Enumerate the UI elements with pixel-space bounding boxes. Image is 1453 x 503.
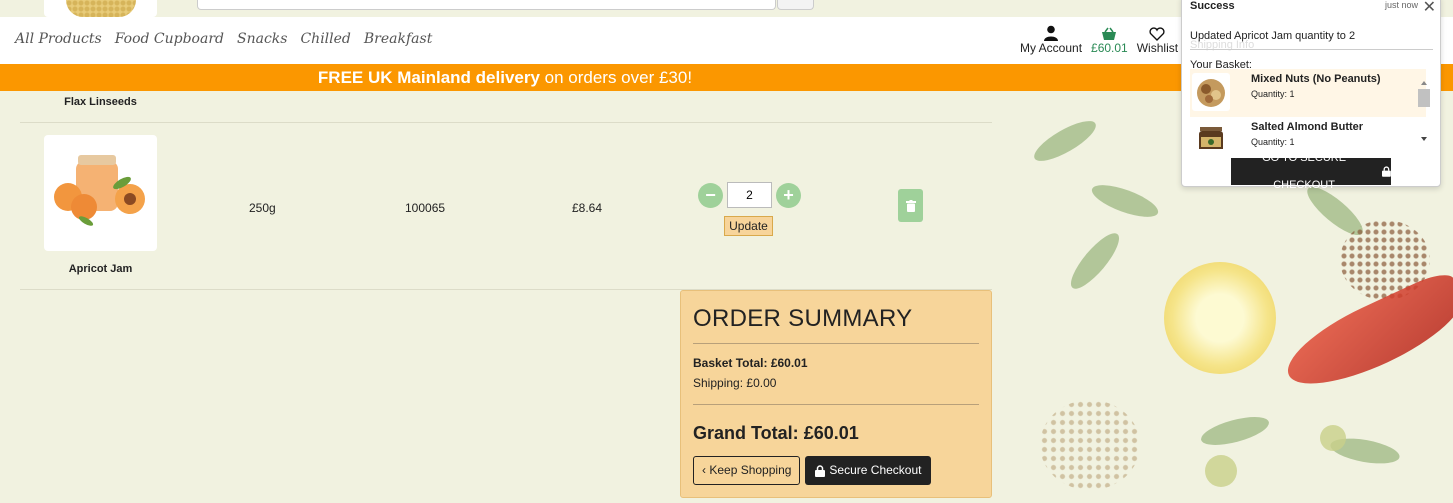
product-thumbnail [1192,121,1230,149]
grand-total-value: £60.01 [803,423,859,443]
scroll-down-icon[interactable] [1421,137,1427,141]
toast-title: Success [1190,0,1235,12]
product-name: Apricot Jam [68,263,133,275]
basket-icon [1101,22,1117,41]
toast-basket-list[interactable]: Mixed Nuts (No Peanuts) Quantity: 1 Salt… [1190,69,1426,149]
lock-icon [815,464,826,477]
seeds-image [1040,400,1140,490]
my-account-label: My Account [1020,41,1083,55]
nav-link-chilled[interactable]: Chilled [300,31,350,47]
scroll-up-icon[interactable] [1421,81,1427,85]
heart-icon [1149,22,1166,41]
basket-total-label: Basket Total: [693,356,768,370]
user-icon [1044,22,1059,41]
toast-item-name: Mixed Nuts (No Peanuts) [1251,73,1381,85]
lock-icon [1382,166,1391,177]
quantity-input[interactable] [727,182,772,208]
list-item: Mixed Nuts (No Peanuts) Quantity: 1 [1190,69,1426,117]
delete-button[interactable] [898,189,923,222]
wishlist-label: Wishlist [1136,41,1179,55]
summary-divider [693,404,979,405]
close-icon[interactable]: ✕ [1423,0,1436,17]
shipping-value: £0.00 [746,376,777,390]
summary-divider [693,343,979,344]
product-name: Flax Linseeds [64,96,137,108]
search-button[interactable] [777,0,814,10]
toast-item-quantity: Quantity: 1 [1251,89,1295,99]
banner-rest-text: on orders over £30! [539,68,693,87]
product-image-apricot-jam[interactable] [44,135,157,251]
quantity-stepper: − + [698,182,801,208]
product-sku: 100065 [405,201,446,215]
order-summary: ORDER SUMMARY Basket Total: £60.01 Shipp… [680,290,992,498]
grand-total-label: Grand Total: [693,423,799,443]
basket-total-value: £60.01 [770,356,808,370]
product-thumbnail [1192,73,1230,111]
product-size: 250g [249,201,276,215]
wishlist-link[interactable]: Wishlist [1137,22,1178,55]
toast-divider [1190,49,1433,50]
product-thumbnail-partial [44,0,157,17]
update-button[interactable]: Update [724,216,773,236]
summary-buttons: ‹ Keep Shopping Secure Checkout [693,456,979,485]
row-divider [20,122,992,123]
shipping-line: Shipping: £0.00 [693,376,979,390]
increment-button[interactable]: + [776,182,801,208]
order-summary-title: ORDER SUMMARY [693,305,913,332]
toast-checkout-label: GO TO SECURE CHECKOUT [1262,151,1347,191]
product-price: £8.64 [572,201,603,215]
nav-link-food-cupboard[interactable]: Food Cupboard [115,31,224,47]
decrement-button[interactable]: − [698,182,723,208]
category-nav: All Products Food Cupboard Snacks Chille… [15,31,432,47]
my-account-link[interactable]: My Account [1020,22,1082,55]
toast-message: Updated Apricot Jam quantity to 2 [1190,30,1356,42]
trash-icon [905,199,916,212]
keep-shopping-label: Keep Shopping [709,463,792,477]
basket-total: £60.01 [1091,41,1128,55]
toast-scrollbar[interactable] [1417,77,1431,153]
nav-link-breakfast[interactable]: Breakfast [364,31,432,47]
banner-bold-text: FREE UK Mainland delivery [317,68,540,87]
nav-link-snacks[interactable]: Snacks [237,31,287,47]
scroll-thumb[interactable] [1418,89,1430,107]
chevron-left-icon: ‹ [702,463,706,477]
basket-total-line: Basket Total: £60.01 [693,356,979,370]
nav-icons: My Account £60.01 Wishlist [1020,22,1178,55]
toast-checkout-button[interactable]: GO TO SECURE CHECKOUT [1231,152,1391,191]
toast-time: just now [1384,0,1418,10]
search-input[interactable] [197,0,776,10]
toast-item-name: Salted Almond Butter [1251,121,1364,133]
basket-link[interactable]: £60.01 [1091,22,1128,55]
nav-link-all-products[interactable]: All Products [15,31,102,47]
grand-total: Grand Total: £60.01 [693,423,979,444]
toast-header: Success just now ✕ [1190,0,1436,17]
secure-checkout-label: Secure Checkout [829,463,922,477]
lemon-image [1164,262,1276,374]
keep-shopping-button[interactable]: ‹ Keep Shopping [693,456,801,485]
secure-checkout-button[interactable]: Secure Checkout [805,456,932,485]
shipping-label: Shipping: [693,376,744,390]
